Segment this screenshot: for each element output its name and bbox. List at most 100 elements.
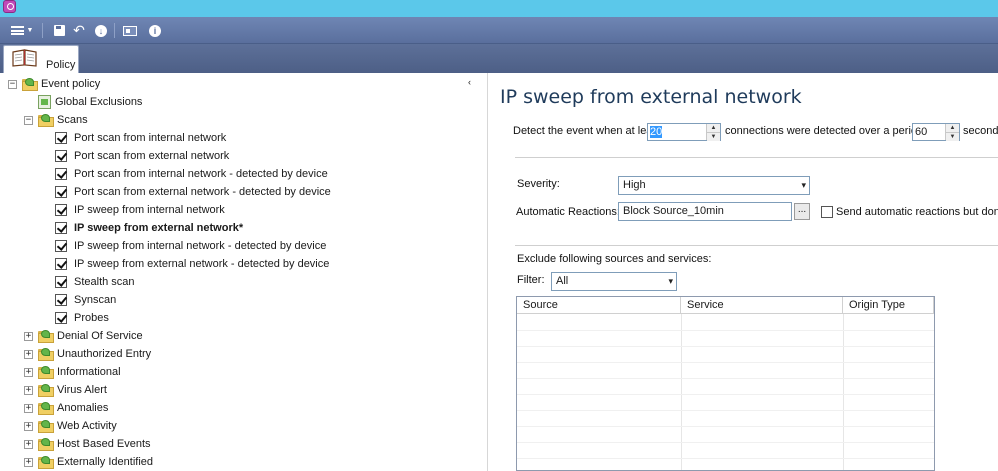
expand-icon[interactable]: + bbox=[24, 457, 33, 467]
tree-node-group[interactable]: + Unauthorized Entry bbox=[24, 345, 151, 363]
chevron-down-icon: ▾ bbox=[668, 276, 673, 286]
expand-icon[interactable]: + bbox=[24, 403, 33, 413]
connections-value[interactable]: 20 bbox=[650, 126, 663, 138]
automatic-reactions-value: Block Source_10min bbox=[623, 205, 724, 217]
tree-node-group[interactable]: + Virus Alert bbox=[24, 381, 107, 399]
column-header-origin-type[interactable]: Origin Type bbox=[843, 297, 934, 314]
enabled-checkbox[interactable] bbox=[55, 186, 67, 198]
tree-item-scan-selected[interactable]: IP sweep from external network* bbox=[55, 219, 243, 237]
send-auto-reactions-checkbox[interactable] bbox=[821, 206, 833, 218]
tree-node-label: Scans bbox=[57, 114, 88, 126]
filter-select[interactable]: All ▾ bbox=[551, 272, 677, 291]
tree-item-scan[interactable]: Probes bbox=[55, 309, 109, 327]
expand-icon[interactable]: + bbox=[24, 331, 33, 341]
tree-item-label: Port scan from internal network - detect… bbox=[74, 168, 328, 180]
tree-item-label: Port scan from external network bbox=[74, 150, 230, 162]
stepper-down-icon[interactable]: ▼ bbox=[946, 133, 959, 141]
tree-node-group[interactable]: + Informational bbox=[24, 363, 121, 381]
expand-icon[interactable]: + bbox=[24, 421, 33, 431]
tree-item-scan[interactable]: Port scan from external network bbox=[55, 147, 229, 165]
folder-icon bbox=[38, 455, 54, 469]
tree-item-label: IP sweep from external network - detecte… bbox=[74, 258, 330, 270]
tree-node-label: Virus Alert bbox=[57, 384, 107, 396]
enabled-checkbox[interactable] bbox=[55, 258, 67, 270]
tree-item-scan[interactable]: Synscan bbox=[55, 291, 116, 309]
info-icon[interactable]: i bbox=[147, 22, 163, 39]
automatic-reactions-field[interactable]: Block Source_10min bbox=[618, 202, 792, 221]
tree-node-event-policy[interactable]: − Event policy bbox=[8, 75, 100, 93]
undo-icon[interactable]: ↶ bbox=[71, 22, 87, 39]
stepper-up-icon[interactable]: ▲ bbox=[946, 124, 959, 133]
enabled-checkbox[interactable] bbox=[55, 240, 67, 252]
tree-item-scan[interactable]: Port scan from internal network - detect… bbox=[55, 165, 328, 183]
tree-node-group[interactable]: + Externally Identified bbox=[24, 453, 153, 471]
tree-node-global-exclusions[interactable]: Global Exclusions bbox=[38, 93, 142, 111]
enabled-checkbox[interactable] bbox=[55, 294, 67, 306]
folder-icon bbox=[38, 437, 54, 451]
collapse-icon[interactable]: − bbox=[24, 115, 33, 125]
tree-node-group[interactable]: + Anomalies bbox=[24, 399, 108, 417]
send-auto-reactions-label: Send automatic reactions but don't gen bbox=[836, 206, 998, 218]
stepper-down-icon[interactable]: ▼ bbox=[707, 133, 720, 141]
row-divider bbox=[517, 346, 934, 347]
expand-icon[interactable]: + bbox=[24, 385, 33, 395]
expand-icon[interactable]: + bbox=[24, 439, 33, 449]
tree-node-group[interactable]: + Host Based Events bbox=[24, 435, 151, 453]
enabled-checkbox[interactable] bbox=[55, 168, 67, 180]
filter-label: Filter: bbox=[517, 274, 545, 286]
event-policy-tree: ‹ − Event policy Global Exclusions − Sca… bbox=[0, 73, 488, 471]
tree-item-label: Synscan bbox=[74, 294, 117, 306]
title-bar bbox=[0, 0, 998, 17]
collapse-icon[interactable]: − bbox=[8, 79, 17, 89]
tab-policy[interactable]: Policy bbox=[3, 45, 79, 73]
collapse-pane-icon[interactable]: ‹ bbox=[468, 77, 471, 87]
browse-reactions-button[interactable]: ... bbox=[794, 203, 810, 220]
tree-item-scan[interactable]: Port scan from external network - detect… bbox=[55, 183, 331, 201]
event-detail-panel: IP sweep from external network Detect th… bbox=[489, 73, 998, 471]
tree-node-label: Web Activity bbox=[57, 420, 117, 432]
expand-icon[interactable]: + bbox=[24, 349, 33, 359]
save-icon[interactable] bbox=[51, 22, 67, 39]
enabled-checkbox[interactable] bbox=[55, 312, 67, 324]
enabled-checkbox[interactable] bbox=[55, 222, 67, 234]
menu-icon[interactable]: ▼ bbox=[8, 22, 36, 39]
tree-item-scan[interactable]: IP sweep from external network - detecte… bbox=[55, 255, 329, 273]
column-header-source[interactable]: Source bbox=[517, 297, 681, 314]
row-divider bbox=[517, 426, 934, 427]
detect-prefix-label: Detect the event when at least bbox=[513, 125, 661, 137]
folder-icon bbox=[38, 113, 54, 127]
period-stepper[interactable]: 60 ▲ ▼ bbox=[912, 123, 960, 141]
download-icon[interactable]: ↓ bbox=[93, 22, 109, 39]
tree-node-group[interactable]: + Web Activity bbox=[24, 417, 117, 435]
enabled-checkbox[interactable] bbox=[55, 204, 67, 216]
page-title: IP sweep from external network bbox=[500, 86, 802, 108]
row-divider bbox=[517, 410, 934, 411]
connections-stepper[interactable]: 20 ▲ ▼ bbox=[647, 123, 721, 141]
tree-node-scans[interactable]: − Scans bbox=[24, 111, 88, 129]
policy-document-icon bbox=[38, 95, 51, 109]
expand-icon[interactable]: + bbox=[24, 367, 33, 377]
tree-item-scan[interactable]: IP sweep from internal network - detecte… bbox=[55, 237, 326, 255]
tree-item-label: Port scan from internal network bbox=[74, 132, 227, 144]
folder-icon bbox=[38, 383, 54, 397]
tree-item-label: Probes bbox=[74, 312, 109, 324]
toolbar-separator bbox=[42, 23, 43, 38]
id-card-icon[interactable] bbox=[121, 22, 139, 39]
tree-node-label: Anomalies bbox=[57, 402, 109, 414]
enabled-checkbox[interactable] bbox=[55, 276, 67, 288]
tree-node-group[interactable]: + Denial Of Service bbox=[24, 327, 143, 345]
tree-node-label: Unauthorized Entry bbox=[57, 348, 152, 360]
column-header-service[interactable]: Service bbox=[681, 297, 843, 314]
book-icon bbox=[12, 49, 37, 67]
exclusions-table[interactable]: Source Service Origin Type bbox=[516, 296, 935, 471]
enabled-checkbox[interactable] bbox=[55, 132, 67, 144]
row-divider bbox=[517, 458, 934, 459]
tree-node-label: Global Exclusions bbox=[55, 96, 143, 108]
tree-item-scan[interactable]: Port scan from internal network bbox=[55, 129, 226, 147]
period-value[interactable]: 60 bbox=[915, 126, 927, 138]
stepper-up-icon[interactable]: ▲ bbox=[707, 124, 720, 133]
tree-item-scan[interactable]: Stealth scan bbox=[55, 273, 135, 291]
enabled-checkbox[interactable] bbox=[55, 150, 67, 162]
severity-select[interactable]: High ▾ bbox=[618, 176, 810, 195]
tree-item-scan[interactable]: IP sweep from internal network bbox=[55, 201, 225, 219]
